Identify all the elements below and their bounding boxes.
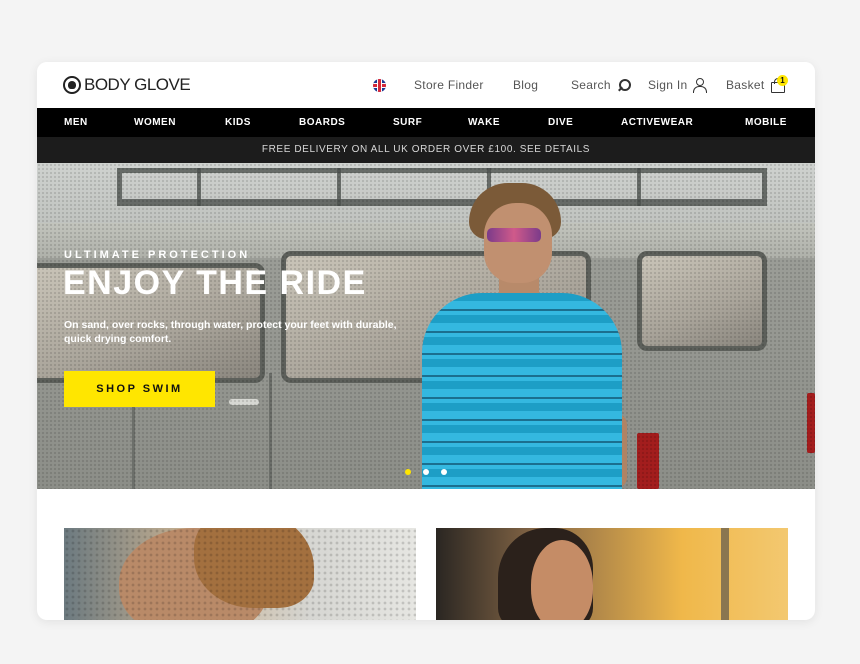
basket-button[interactable]: Basket — [726, 76, 785, 94]
hero-title: ENJOY THE RIDE — [63, 264, 367, 302]
search-button[interactable]: Search — [571, 76, 631, 94]
nav-item-kids[interactable]: KIDS — [225, 108, 251, 137]
body-glove-logo-icon — [63, 76, 81, 94]
category-tile-2[interactable] — [436, 528, 788, 620]
site-header: BODY GLOVE Store Finder Blog Search Sign… — [37, 62, 815, 108]
shop-swim-button[interactable]: SHOP SWIM — [64, 371, 215, 407]
carousel-dots — [405, 469, 447, 475]
search-label: Search — [571, 78, 611, 92]
hero-carousel[interactable]: ULTIMATE PROTECTION ENJOY THE RIDE On sa… — [37, 163, 815, 489]
nav-item-mobile[interactable]: MOBILE — [745, 108, 787, 137]
browser-frame: BODY GLOVE Store Finder Blog Search Sign… — [37, 62, 815, 620]
store-finder-link[interactable]: Store Finder — [414, 76, 484, 94]
search-icon — [616, 78, 631, 92]
nav-item-men[interactable]: MEN — [64, 108, 88, 137]
logo-text: BODY GLOVE — [84, 75, 191, 94]
hero-subtitle: On sand, over rocks, through water, prot… — [64, 319, 397, 345]
sign-in-link[interactable]: Sign In — [648, 76, 708, 94]
nav-item-dive[interactable]: DIVE — [548, 108, 573, 137]
carousel-dot-2[interactable] — [423, 469, 429, 475]
model-shirt — [422, 293, 622, 489]
nav-item-activewear[interactable]: ACTIVEWEAR — [621, 108, 693, 137]
model-head — [484, 203, 552, 283]
halftone-overlay — [64, 528, 416, 620]
background-pole — [721, 528, 729, 620]
store-finder-label: Store Finder — [414, 78, 484, 92]
nav-item-women[interactable]: WOMEN — [134, 108, 176, 137]
category-tile-1[interactable] — [64, 528, 416, 620]
carousel-dot-3[interactable] — [441, 469, 447, 475]
hero-eyebrow: ULTIMATE PROTECTION — [64, 249, 251, 261]
model-face — [531, 540, 593, 620]
region-selector[interactable] — [373, 76, 386, 94]
uk-flag-icon — [373, 78, 386, 92]
basket-count-badge: 1 — [777, 75, 788, 86]
promo-banner[interactable]: FREE DELIVERY ON ALL UK ORDER OVER £100.… — [37, 137, 815, 163]
blog-label: Blog — [513, 78, 539, 92]
nav-item-boards[interactable]: BOARDS — [299, 108, 345, 137]
main-nav: MEN WOMEN KIDS BOARDS SURF WAKE DIVE ACT… — [37, 108, 815, 137]
nav-item-wake[interactable]: WAKE — [468, 108, 500, 137]
sign-in-label: Sign In — [648, 78, 688, 92]
model-sunglasses — [487, 228, 541, 242]
blog-link[interactable]: Blog — [513, 76, 538, 94]
user-icon — [692, 78, 708, 93]
nav-item-surf[interactable]: SURF — [393, 108, 422, 137]
basket-label: Basket — [726, 78, 765, 92]
carousel-dot-1[interactable] — [405, 469, 411, 475]
body-glove-logo[interactable]: BODY GLOVE — [63, 75, 191, 95]
